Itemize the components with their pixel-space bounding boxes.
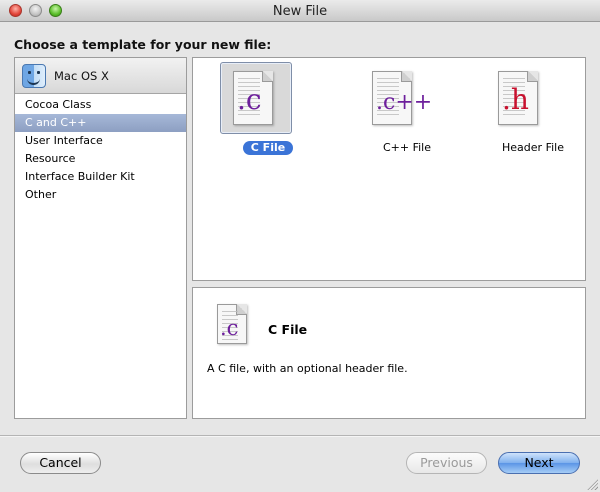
category-label: Mac OS X [54,69,109,83]
template-c-file[interactable]: .c C File [197,62,294,162]
category-header-mac-os-x[interactable]: Mac OS X [15,58,186,94]
window-title: New File [272,4,328,19]
sidebar-item-other[interactable]: Other [15,186,186,204]
c-file-icon: .c [233,71,273,125]
template-label: C File [197,141,339,155]
template-label: Header File [502,141,564,154]
header-file-ext: .h [502,83,529,116]
template-label: C++ File [382,141,432,154]
sidebar-item-resource[interactable]: Resource [15,150,186,168]
sidebar-item-c-and-cpp[interactable]: C and C++ [15,114,186,132]
previous-button[interactable]: Previous [406,452,487,474]
c-file-ext: .c [237,83,262,116]
template-header-file[interactable]: .h Header File [462,62,564,162]
template-cpp-file[interactable]: .c++ C++ File [336,62,432,162]
description-ext: .c [220,316,239,340]
template-category-list: Mac OS X Cocoa Class C and C++ User Inte… [14,57,187,419]
new-file-window: New File Choose a template for your new … [0,0,600,492]
title-bar[interactable]: New File [0,0,600,22]
bottom-divider [0,435,600,436]
sidebar-item-cocoa-class[interactable]: Cocoa Class [15,96,186,114]
finder-icon [22,64,46,88]
c-file-icon: .c [217,304,247,344]
cancel-button[interactable]: Cancel [20,452,101,474]
description-text: A C file, with an optional header file. [207,362,408,375]
cpp-file-icon: .c++ [372,71,432,125]
template-description: .c C File A C file, with an optional hea… [192,287,586,419]
page-heading: Choose a template for your new file: [14,37,272,52]
template-grid: .c C File .c++ C++ File .h Header File [192,57,586,281]
sidebar-item-interface-builder-kit[interactable]: Interface Builder Kit [15,168,186,186]
category-items: Cocoa Class C and C++ User Interface Res… [15,96,186,204]
resize-grip-icon[interactable] [586,478,598,490]
cpp-file-ext: .c++ [376,90,433,115]
header-file-icon: .h [498,71,538,125]
description-title: C File [268,322,308,337]
sidebar-item-user-interface[interactable]: User Interface [15,132,186,150]
next-button[interactable]: Next [498,452,580,474]
